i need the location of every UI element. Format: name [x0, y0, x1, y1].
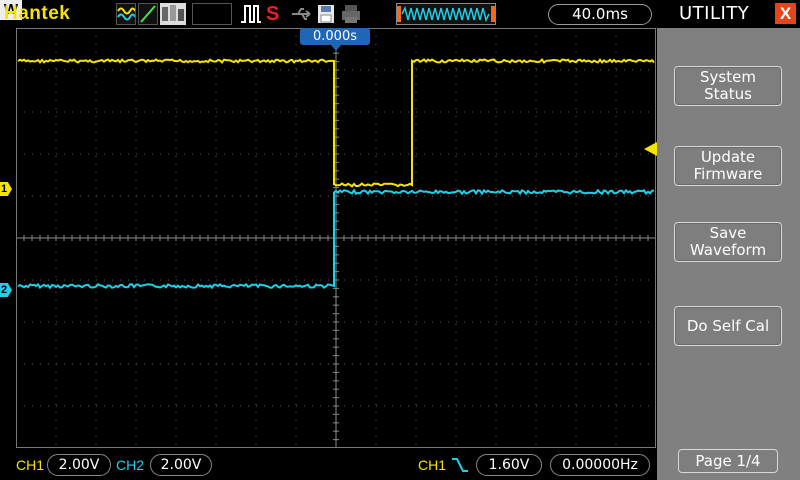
waveform-mode-icon[interactable] — [116, 3, 136, 25]
top-status-bar: Hantek S W 40.0ms — [0, 0, 657, 28]
system-status-button[interactable]: System Status — [674, 66, 782, 106]
ch2-label[interactable]: CH2 — [116, 457, 144, 473]
horizontal-position-arrow-icon — [331, 45, 341, 51]
trigger-level-marker-icon[interactable] — [644, 142, 657, 156]
utility-menu-panel: UTILITY X System Status Update Firmware … — [657, 0, 800, 480]
horizontal-position-readout[interactable]: 0.000s — [300, 28, 370, 45]
trigger-level-readout[interactable]: 1.60V — [476, 454, 542, 476]
bottom-status-bar: CH1 2.00V CH2 2.00V CH1 1.60V 0.00000Hz — [0, 450, 657, 480]
button-label-line2: Waveform — [689, 241, 767, 259]
persistence-icon[interactable] — [160, 3, 186, 25]
blank-status-slot — [192, 3, 232, 25]
waveform-display[interactable] — [16, 28, 656, 448]
menu-title: UTILITY — [679, 3, 750, 24]
timebase-readout[interactable]: 40.0ms — [548, 4, 652, 25]
menu-header: UTILITY X — [657, 0, 800, 28]
ch1-label[interactable]: CH1 — [16, 457, 44, 473]
frequency-readout: 0.00000Hz — [550, 454, 650, 476]
pulse-trigger-icon[interactable] — [240, 3, 262, 25]
page-indicator-button[interactable]: Page 1/4 — [678, 449, 778, 473]
memory-timeline-icon — [396, 3, 496, 25]
update-firmware-button[interactable]: Update Firmware — [674, 146, 782, 186]
falling-edge-icon — [452, 458, 468, 472]
button-label-line2: Firmware — [693, 165, 763, 183]
trigger-source-label[interactable]: CH1 — [418, 457, 446, 473]
ch1-trace — [17, 58, 655, 188]
brand-logo: Hantek — [4, 3, 71, 24]
button-label-line1: Save — [709, 224, 747, 242]
vector-line-icon[interactable] — [138, 3, 158, 25]
button-label-line1: System — [700, 68, 756, 86]
stop-status-icon[interactable]: S — [266, 3, 286, 25]
ch2-level-marker[interactable]: 2 — [0, 283, 12, 297]
ch1-volts-per-div[interactable]: 2.00V — [47, 454, 111, 476]
usb-icon — [290, 3, 314, 25]
ch2-volts-per-div[interactable]: 2.00V — [150, 454, 212, 476]
ch2-trace — [17, 188, 655, 290]
waveform-traces — [17, 58, 655, 290]
do-self-cal-button[interactable]: Do Self Cal — [674, 306, 782, 346]
printer-icon[interactable] — [340, 3, 362, 25]
button-label-line2: Status — [704, 85, 752, 103]
button-label-line1: Update — [700, 148, 756, 166]
close-menu-button[interactable]: X — [775, 3, 796, 24]
save-disk-icon[interactable] — [316, 3, 336, 25]
ch1-level-marker[interactable]: 1 — [0, 182, 12, 196]
button-label-line1: Do Self Cal — [686, 317, 770, 335]
save-waveform-button[interactable]: Save Waveform — [674, 222, 782, 262]
